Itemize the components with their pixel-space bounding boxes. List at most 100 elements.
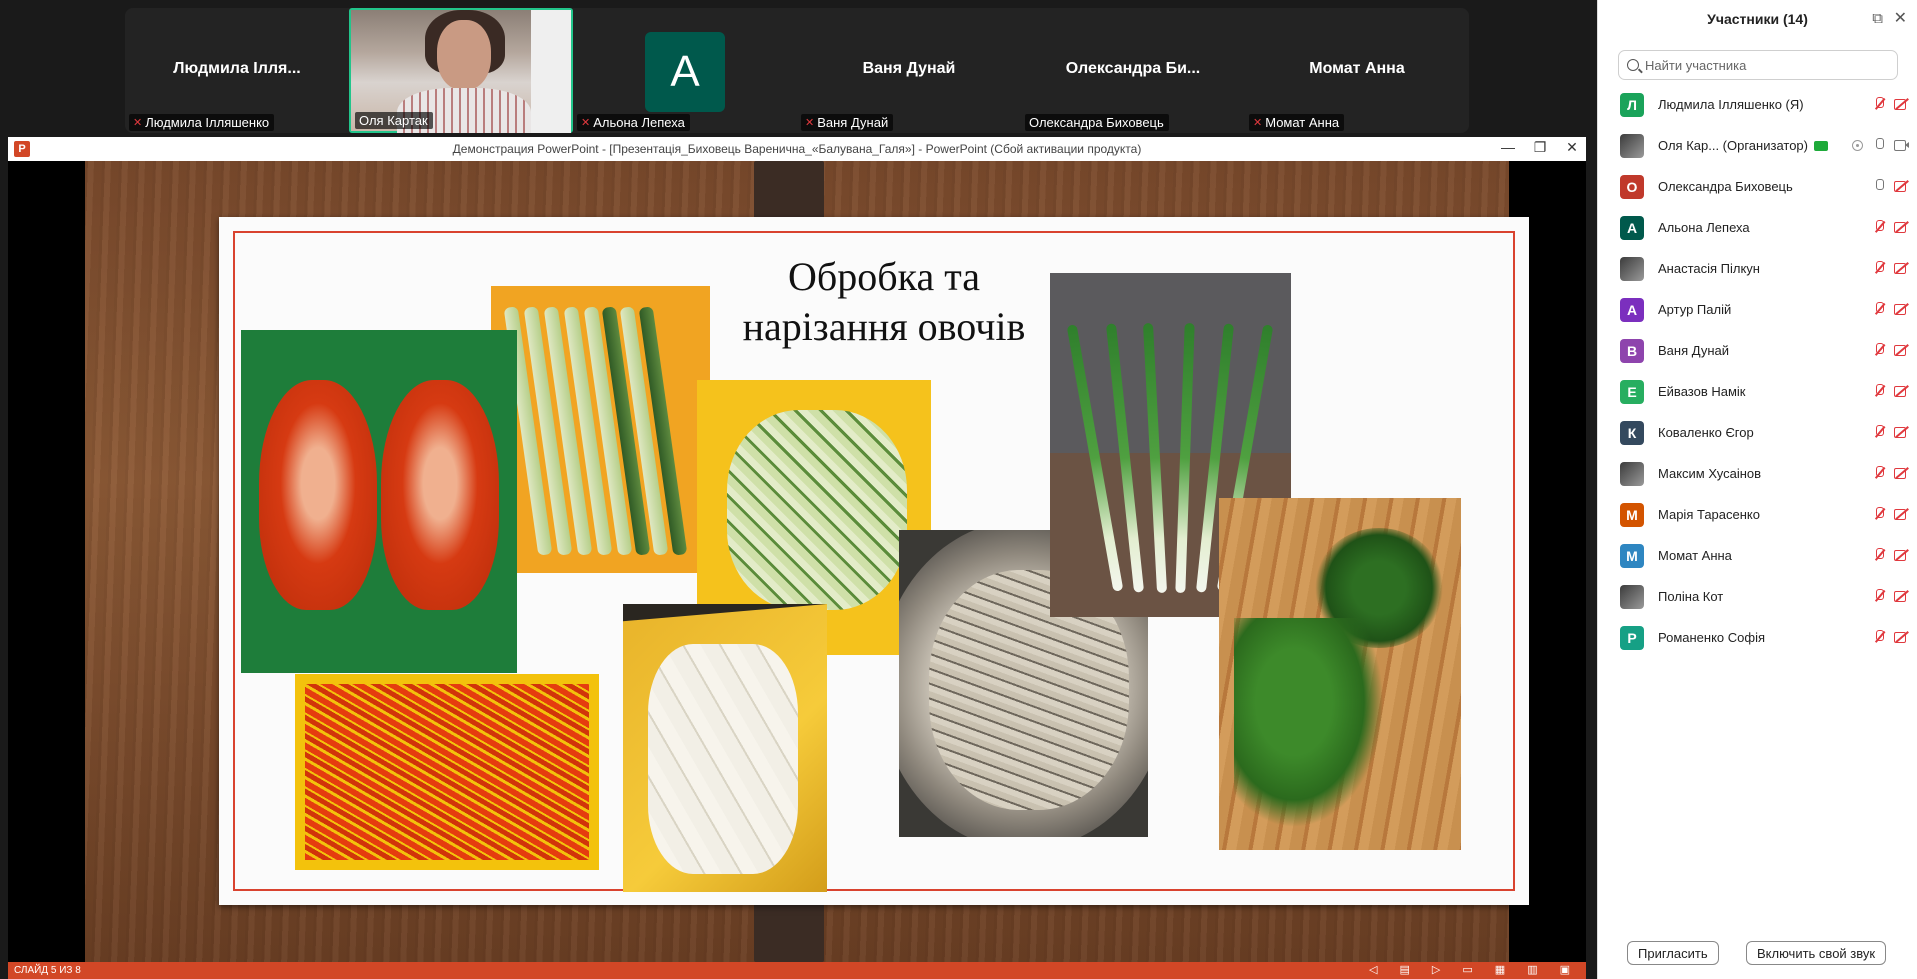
participant-row[interactable]: Оля Кар... (Организатор) bbox=[1598, 125, 1917, 166]
screen-share-icon bbox=[1813, 140, 1828, 151]
mic-muted-icon[interactable] bbox=[1872, 96, 1886, 112]
participant-row[interactable]: О Олександра Биховець bbox=[1598, 166, 1917, 207]
unmute-button[interactable]: Включить свой звук bbox=[1746, 941, 1887, 965]
name-tag-label: Людмила Ілляшенко bbox=[145, 115, 270, 130]
participant-row[interactable]: К Коваленко Єгор bbox=[1598, 412, 1917, 453]
notes-icon[interactable]: ▤ bbox=[1400, 962, 1410, 979]
participant-name: Романенко Софія bbox=[1658, 630, 1766, 645]
participant-row[interactable]: Р Романенко Софія bbox=[1598, 617, 1917, 658]
photo-pepper-halves bbox=[241, 330, 517, 673]
mic-muted-icon[interactable] bbox=[1872, 424, 1886, 440]
reading-view-icon[interactable]: ▥ bbox=[1527, 962, 1537, 979]
avatar: А bbox=[645, 32, 725, 112]
mic-muted-icon[interactable] bbox=[1872, 219, 1886, 235]
participant-name: Анастасія Пілкун bbox=[1658, 261, 1760, 276]
participant-name: Людмила Ілляшенко (Я) bbox=[1658, 97, 1804, 112]
mic-icon[interactable] bbox=[1872, 178, 1886, 194]
close-icon[interactable]: ✕ bbox=[1564, 139, 1580, 156]
video-off-icon[interactable] bbox=[1894, 178, 1908, 194]
video-off-icon[interactable] bbox=[1894, 465, 1908, 481]
minimize-icon[interactable]: — bbox=[1500, 139, 1516, 156]
video-off-icon[interactable] bbox=[1894, 301, 1908, 317]
avatar bbox=[1620, 256, 1644, 281]
video-off-icon[interactable] bbox=[1894, 96, 1908, 112]
mic-muted-icon: ✕ bbox=[581, 117, 591, 129]
video-tile[interactable]: Олександра Би... Олександра Биховець bbox=[1021, 8, 1245, 133]
video-tile[interactable]: Момат Анна ✕ Момат Анна bbox=[1245, 8, 1469, 133]
mic-muted-icon[interactable] bbox=[1872, 465, 1886, 481]
slideshow-icon[interactable]: ▣ bbox=[1560, 962, 1570, 979]
mic-icon[interactable] bbox=[1872, 137, 1886, 153]
participant-name: Ейвазов Намік bbox=[1658, 384, 1746, 399]
ppt-titlebar[interactable]: P Демонстрация PowerPoint - [Презентація… bbox=[8, 137, 1586, 161]
close-icon[interactable]: ✕ bbox=[1894, 8, 1907, 28]
participant-row[interactable]: Поліна Кот bbox=[1598, 576, 1917, 617]
avatar: Л bbox=[1620, 92, 1644, 117]
participant-name: Марія Тарасенко bbox=[1658, 507, 1760, 522]
participant-row[interactable]: А Альона Лепеха bbox=[1598, 207, 1917, 248]
mic-muted-icon[interactable] bbox=[1872, 383, 1886, 399]
participant-row[interactable]: М Марія Тарасенко bbox=[1598, 494, 1917, 535]
participant-row[interactable]: Е Ейвазов Намік bbox=[1598, 371, 1917, 412]
video-tile[interactable]: Ваня Дунай ✕ Ваня Дунай bbox=[797, 8, 1021, 133]
slide-title-line: Обробка та bbox=[788, 254, 980, 299]
mic-muted-icon[interactable] bbox=[1872, 342, 1886, 358]
video-off-icon[interactable] bbox=[1894, 547, 1908, 563]
name-tag: ✕ Ваня Дунай bbox=[801, 114, 894, 131]
video-off-icon[interactable] bbox=[1894, 219, 1908, 235]
participant-name: Альона Лепеха bbox=[1658, 220, 1750, 235]
next-slide-icon[interactable]: ▷ bbox=[1432, 962, 1440, 979]
participant-row[interactable]: Максим Хусаінов bbox=[1598, 453, 1917, 494]
mic-muted-icon: ✕ bbox=[805, 117, 815, 129]
video-tile[interactable]: Людмила Ілля... ✕ Людмила Ілляшенко bbox=[125, 8, 349, 133]
avatar: А bbox=[1620, 215, 1644, 240]
avatar: Р bbox=[1620, 625, 1644, 650]
participant-row[interactable]: М Момат Анна bbox=[1598, 535, 1917, 576]
video-icon[interactable] bbox=[1894, 137, 1909, 153]
participant-row[interactable]: Анастасія Пілкун bbox=[1598, 248, 1917, 289]
slide-sorter-icon[interactable]: ▦ bbox=[1495, 962, 1505, 979]
panel-footer: Пригласить Включить свой звук bbox=[1598, 929, 1917, 979]
mic-muted-icon[interactable] bbox=[1872, 547, 1886, 563]
restore-icon[interactable]: ❐ bbox=[1532, 139, 1548, 156]
mic-muted-icon[interactable] bbox=[1872, 506, 1886, 522]
slide: Обробка та нарізання овочів bbox=[219, 217, 1529, 905]
search-box[interactable] bbox=[1618, 50, 1898, 80]
name-tag-label: Олександра Биховець bbox=[1029, 115, 1164, 130]
avatar: В bbox=[1620, 338, 1644, 363]
mic-muted-icon[interactable] bbox=[1872, 588, 1886, 604]
powerpoint-app-icon: P bbox=[14, 141, 30, 157]
search-icon bbox=[1627, 59, 1639, 71]
normal-view-icon[interactable]: ▭ bbox=[1462, 962, 1472, 979]
participant-name: Момат Анна bbox=[1658, 548, 1732, 563]
video-off-icon[interactable] bbox=[1894, 424, 1908, 440]
previous-slide-icon[interactable]: ◁ bbox=[1369, 962, 1377, 979]
mic-muted-icon[interactable] bbox=[1872, 301, 1886, 317]
video-tile[interactable]: А ✕ Альона Лепеха bbox=[573, 8, 797, 133]
video-off-icon[interactable] bbox=[1894, 383, 1908, 399]
video-strip: Людмила Ілля... ✕ Людмила Ілляшенко Оля … bbox=[125, 8, 1469, 133]
mic-muted-icon[interactable] bbox=[1872, 260, 1886, 276]
panel-header: Участники (14) ⧉ ✕ bbox=[1598, 0, 1917, 38]
avatar: М bbox=[1620, 502, 1644, 527]
name-tag: ✕ Людмила Ілляшенко bbox=[129, 114, 275, 131]
participant-name: Оля Кар... (Организатор) bbox=[1658, 138, 1808, 153]
video-off-icon[interactable] bbox=[1894, 506, 1908, 522]
popout-icon[interactable]: ⧉ bbox=[1872, 10, 1883, 27]
mic-muted-icon[interactable] bbox=[1872, 629, 1886, 645]
search-input[interactable] bbox=[1645, 57, 1885, 73]
participant-row[interactable]: Л Людмила Ілляшенко (Я) bbox=[1598, 84, 1917, 125]
invite-button[interactable]: Пригласить bbox=[1627, 941, 1719, 965]
video-off-icon[interactable] bbox=[1894, 629, 1908, 645]
panel-title: Участники (14) bbox=[1707, 11, 1808, 27]
video-tile-active-speaker[interactable]: Оля Картак bbox=[349, 8, 573, 133]
participant-name: Максим Хусаінов bbox=[1658, 466, 1762, 481]
video-off-icon[interactable] bbox=[1894, 342, 1908, 358]
participant-row[interactable]: А Артур Палій bbox=[1598, 289, 1917, 330]
video-off-icon[interactable] bbox=[1894, 588, 1908, 604]
participant-row[interactable]: В Ваня Дунай bbox=[1598, 330, 1917, 371]
video-off-icon[interactable] bbox=[1894, 260, 1908, 276]
participant-display-name: Момат Анна bbox=[1309, 60, 1405, 77]
slide-show-area[interactable]: Обробка та нарізання овочів bbox=[8, 161, 1586, 962]
avatar: О bbox=[1620, 174, 1644, 199]
